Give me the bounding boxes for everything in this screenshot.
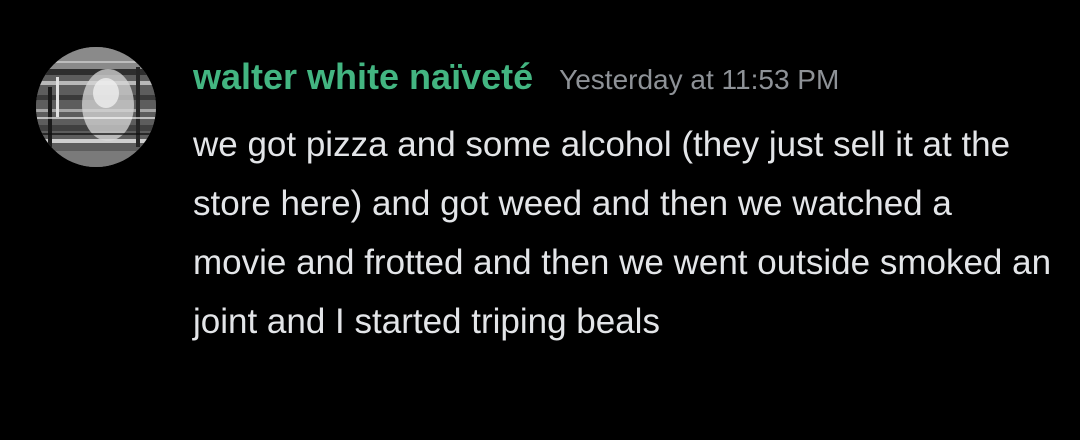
message-header: walter white naïveté Yesterday at 11:53 …: [193, 56, 1053, 112]
message-timestamp[interactable]: Yesterday at 11:53 PM: [559, 64, 839, 96]
message-text: we got pizza and some alcohol (they just…: [193, 125, 1052, 341]
avatar-image: [36, 47, 156, 167]
chat-message: walter white naïveté Yesterday at 11:53 …: [0, 0, 1080, 440]
message-content: walter white naïveté Yesterday at 11:53 …: [193, 56, 1053, 351]
author-name[interactable]: walter white naïveté: [193, 56, 533, 98]
avatar[interactable]: [36, 47, 156, 167]
